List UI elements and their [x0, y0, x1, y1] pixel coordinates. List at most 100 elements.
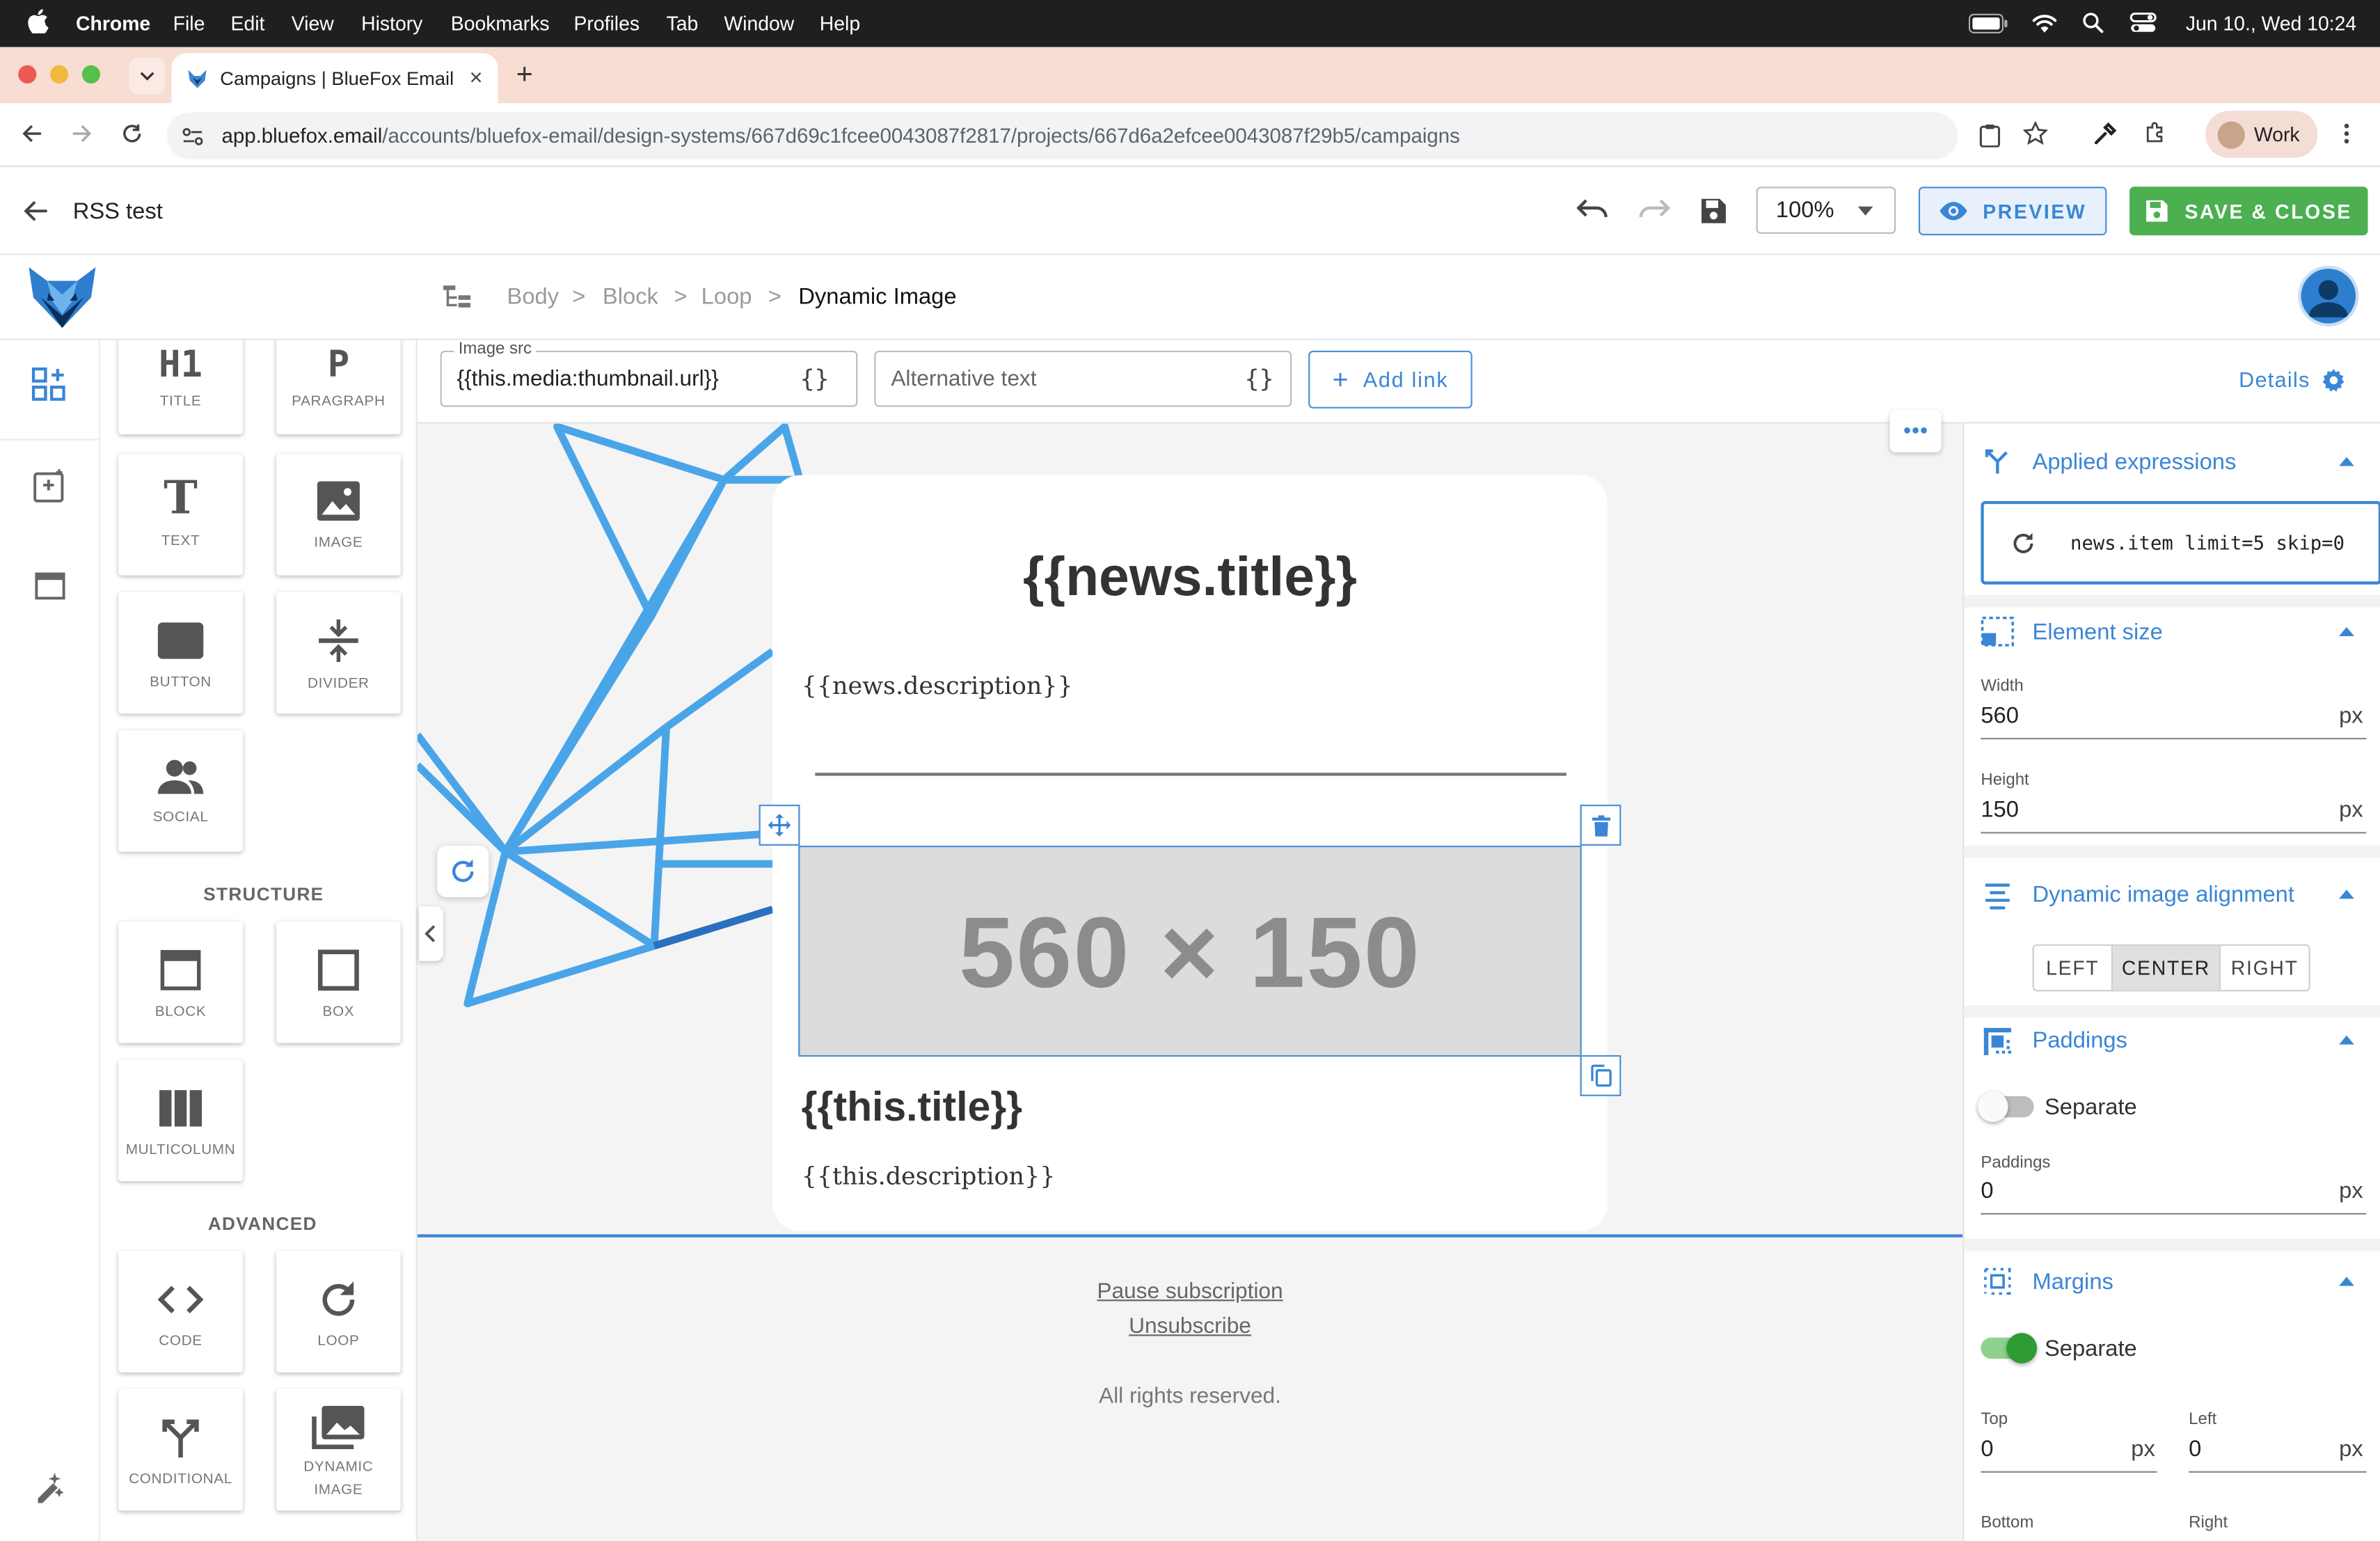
battery-icon[interactable] [1968, 13, 2008, 33]
window-zoom-button[interactable] [81, 65, 100, 84]
block-tile-loop[interactable]: LOOP [276, 1251, 401, 1373]
paddings-heading[interactable]: Paddings [2033, 1028, 2127, 1054]
browser-tab-active[interactable]: Campaigns | BlueFox Email × [171, 53, 498, 104]
site-info-icon[interactable] [182, 127, 204, 145]
collapse-caret-icon[interactable] [2339, 1277, 2354, 1286]
window-close-button[interactable] [18, 65, 37, 84]
address-bar[interactable]: app.bluefox.email /accounts/bluefox-emai… [166, 112, 1958, 160]
paddings-input[interactable]: 0 [1981, 1178, 1993, 1204]
menu-bookmarks[interactable]: Bookmarks [451, 12, 550, 35]
clipboard-icon[interactable] [1979, 123, 2001, 148]
block-tile-code[interactable]: CODE [118, 1251, 243, 1373]
layer-tree-icon[interactable] [443, 285, 471, 310]
block-tile-conditional[interactable]: CONDITIONAL [118, 1389, 243, 1511]
block-tile-image[interactable]: IMAGE [276, 454, 401, 576]
forward-arrow-icon[interactable] [72, 123, 93, 145]
eyedropper-extension-icon[interactable] [2093, 122, 2118, 146]
alt-text-field[interactable]: Alternative text {} [874, 350, 1292, 407]
item-title-text[interactable]: {{this.title}} [802, 1084, 1022, 1131]
undo-icon[interactable] [1576, 198, 1609, 222]
align-left-button[interactable]: LEFT [2034, 945, 2113, 990]
block-tile-text[interactable]: T TEXT [118, 454, 243, 576]
more-options-icon[interactable] [1889, 409, 1942, 453]
redo-icon[interactable] [1637, 198, 1671, 222]
add-template-icon[interactable] [33, 469, 67, 503]
menu-app-name[interactable]: Chrome [76, 12, 150, 35]
news-title-text[interactable]: {{news.title}} [772, 545, 1608, 609]
block-tile-social[interactable]: SOCIAL [118, 730, 243, 852]
block-tile-block[interactable]: BLOCK [118, 922, 243, 1043]
news-description-text[interactable]: {{news.description}} [802, 671, 1073, 700]
collapse-panel-button[interactable] [418, 906, 443, 961]
tab-close-icon[interactable]: × [469, 65, 482, 91]
profile-chip[interactable]: Work [2205, 111, 2318, 158]
image-src-field[interactable]: Image src {{this.media:thumbnail.url}} {… [440, 340, 858, 407]
height-input[interactable]: 150 [1981, 797, 2019, 823]
add-link-button[interactable]: + Add link [1308, 350, 1473, 409]
preview-button[interactable]: PREVIEW [1918, 187, 2107, 236]
unsubscribe-link[interactable]: Unsubscribe [772, 1315, 1608, 1339]
selected-dynamic-image[interactable]: 560 × 150 [798, 845, 1582, 1057]
collapse-caret-icon[interactable] [2339, 626, 2354, 636]
pause-subscription-link[interactable]: Pause subscription [772, 1280, 1608, 1304]
back-arrow-icon[interactable] [24, 200, 49, 222]
alignment-heading[interactable]: Dynamic image alignment [2033, 882, 2294, 908]
item-description-text[interactable]: {{this.description}} [802, 1162, 1056, 1190]
block-tile-button[interactable]: BUTTON [118, 592, 243, 714]
duplicate-element-button[interactable] [1580, 1054, 1621, 1096]
expression-item[interactable]: news.item limit=5 skip=0 [1981, 500, 2380, 585]
extensions-puzzle-icon[interactable] [2143, 122, 2168, 146]
loop-indicator-button[interactable] [437, 845, 489, 898]
details-button[interactable]: Details [2239, 368, 2345, 392]
applied-expressions-heading[interactable]: Applied expressions [2033, 450, 2237, 475]
layout-window-icon[interactable] [35, 571, 65, 601]
breadcrumb-block[interactable]: Block [603, 284, 658, 310]
breadcrumb-loop[interactable]: Loop [701, 284, 752, 310]
margin-top-input[interactable]: 0 [1981, 1436, 1993, 1462]
drag-handle[interactable] [759, 805, 800, 846]
menu-file[interactable]: File [173, 12, 205, 35]
new-tab-button[interactable]: + [516, 59, 533, 93]
content-divider[interactable] [815, 773, 1566, 776]
menu-help[interactable]: Help [820, 12, 860, 35]
breadcrumb-body[interactable]: Body [507, 284, 559, 310]
menu-view[interactable]: View [292, 12, 334, 35]
save-and-close-button[interactable]: SAVE & CLOSE [2129, 187, 2368, 236]
expression-braces-icon[interactable]: {} [1245, 365, 1274, 393]
menu-window[interactable]: Window [724, 12, 794, 35]
collapse-caret-icon[interactable] [2339, 1035, 2354, 1045]
wifi-icon[interactable] [2031, 12, 2058, 33]
bookmark-star-icon[interactable] [2023, 121, 2048, 146]
element-size-heading[interactable]: Element size [2033, 619, 2163, 645]
control-center-icon[interactable] [2129, 12, 2157, 33]
window-minimize-button[interactable] [49, 65, 69, 84]
width-input[interactable]: 560 [1981, 703, 2019, 729]
align-center-button[interactable]: CENTER [2113, 945, 2221, 990]
block-tile-dynamic-image[interactable]: DYNAMIC IMAGE [276, 1389, 401, 1511]
menu-profiles[interactable]: Profiles [573, 12, 640, 35]
delete-element-button[interactable] [1580, 805, 1621, 846]
reload-icon[interactable] [121, 123, 143, 145]
margins-heading[interactable]: Margins [2033, 1270, 2113, 1295]
menu-edit[interactable]: Edit [231, 12, 265, 35]
apple-icon[interactable] [27, 9, 49, 33]
zoom-select[interactable]: 100% [1756, 187, 1896, 234]
menu-history[interactable]: History [361, 12, 422, 35]
menu-clock[interactable]: Jun 10., Wed 10:24 [2186, 12, 2356, 35]
design-tools-icon[interactable] [33, 1469, 67, 1503]
blocks-grid-icon[interactable] [31, 367, 65, 401]
menu-tab[interactable]: Tab [667, 12, 699, 35]
block-tile-divider[interactable]: DIVIDER [276, 592, 401, 714]
expression-braces-icon[interactable]: {} [800, 365, 829, 393]
align-right-button[interactable]: RIGHT [2221, 946, 2309, 990]
block-tile-title[interactable]: H1 TITLE [118, 340, 243, 434]
save-disk-icon[interactable] [1700, 198, 1727, 225]
block-tile-paragraph[interactable]: P PARAGRAPH [276, 340, 401, 434]
collapse-caret-icon[interactable] [2339, 457, 2354, 466]
margin-left-input[interactable]: 0 [2189, 1436, 2201, 1462]
spotlight-search-icon[interactable] [2082, 12, 2104, 33]
paddings-separate-toggle[interactable] [1977, 1091, 2034, 1122]
back-arrow-icon[interactable] [22, 123, 43, 145]
user-avatar[interactable] [2298, 265, 2359, 326]
bluefox-logo[interactable] [26, 264, 99, 331]
